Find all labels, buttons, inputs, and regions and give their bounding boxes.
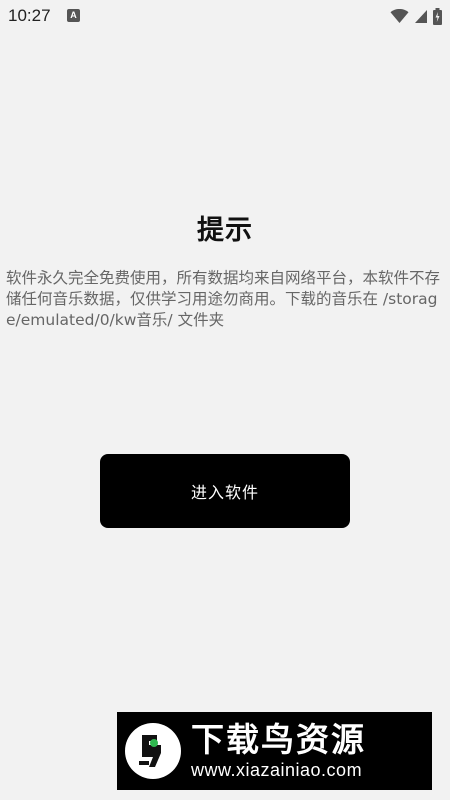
enter-app-button[interactable]: 进入软件 <box>100 454 350 528</box>
watermark-url: www.xiazainiao.com <box>191 760 363 780</box>
watermark-text: 下载鸟资源 www.xiazainiao.com <box>191 721 366 781</box>
dialog-message: 软件永久完全免费使用，所有数据均来自网络平台，本软件不存储任何音乐数据，仅供学习… <box>6 269 441 329</box>
status-bar: 10:27 A <box>0 0 450 32</box>
status-icons <box>390 6 442 26</box>
watermark-name: 下载鸟资源 <box>191 720 366 759</box>
status-time: 10:27 <box>8 6 51 25</box>
wifi-icon <box>390 8 409 24</box>
notification-icon: A <box>67 9 80 22</box>
watermark-banner: 下载鸟资源 www.xiazainiao.com <box>117 712 432 790</box>
battery-icon <box>433 7 442 25</box>
dialog-title: 提示 <box>197 215 253 246</box>
enter-app-button-label: 进入软件 <box>190 483 259 502</box>
app-screen: 10:27 A 提示 软件永久完全免费使用，所有数据均来自网络平台，本软件不存储… <box>0 0 450 800</box>
bird-logo-icon <box>125 723 181 779</box>
signal-icon <box>414 9 428 24</box>
